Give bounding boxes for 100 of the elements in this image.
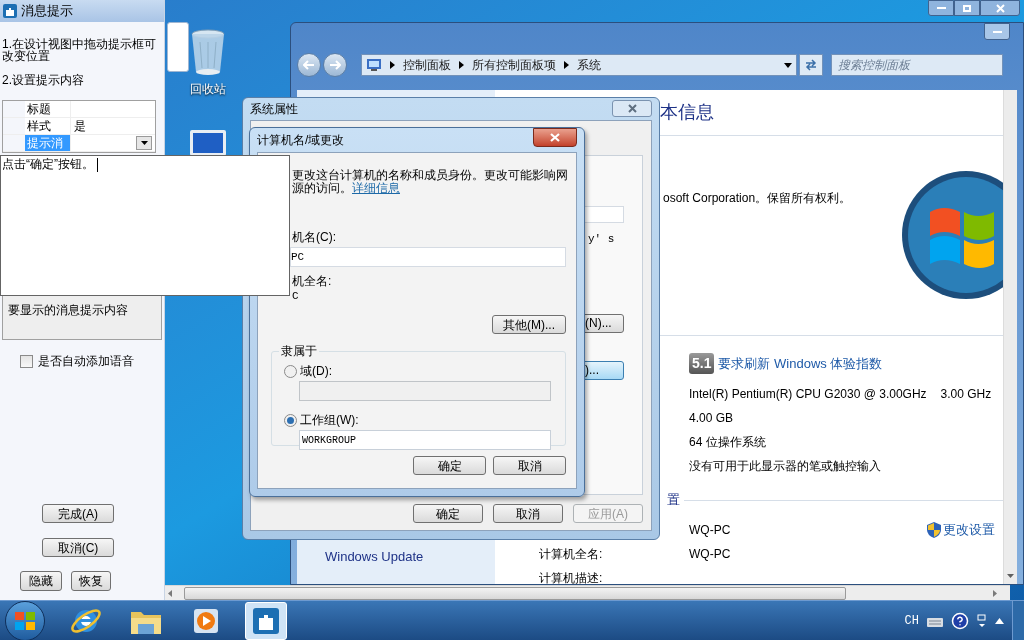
start-button[interactable] — [5, 600, 45, 640]
dialog-button[interactable]: 确定 — [413, 504, 483, 523]
chevron-right-icon — [390, 61, 395, 69]
dropdown-icon[interactable] — [784, 62, 792, 68]
details-link[interactable]: 详细信息 — [352, 181, 400, 195]
close-icon — [550, 133, 560, 142]
property-name: 样式 — [26, 118, 52, 134]
text-field[interactable] — [299, 381, 551, 401]
intro-text: 更改这台计算机的名称和成员身份。更改可能影响网 — [292, 169, 566, 182]
field-label: 计算机全名: — [539, 546, 604, 563]
dialog-button[interactable]: 取消 — [493, 456, 566, 475]
breadcrumb-item[interactable]: 所有控制面板项 — [472, 56, 556, 74]
chevron-right-icon — [564, 61, 569, 69]
vertical-scrollbar[interactable] — [1003, 90, 1017, 584]
forward-button[interactable] — [323, 53, 347, 77]
horizontal-scrollbar[interactable] — [165, 585, 1010, 600]
close-button[interactable] — [980, 0, 1020, 16]
checkbox-label[interactable]: 是否自动添加语音 — [38, 352, 134, 370]
help-icon[interactable] — [951, 611, 969, 630]
change-settings-link[interactable]: 更改设置 — [943, 520, 995, 540]
hide-button[interactable]: 隐藏 — [20, 571, 62, 591]
desktop-icon-label: 回收站 — [190, 81, 226, 98]
property-name: 提示消 — [25, 135, 70, 151]
editor-field[interactable]: 点击“确定”按钮。 — [0, 155, 290, 296]
refresh-button[interactable] — [799, 54, 823, 76]
arrow-left-icon — [303, 60, 315, 70]
scrollbar-thumb[interactable] — [184, 586, 846, 600]
recycle-bin-icon[interactable] — [190, 28, 226, 76]
field-label: 机名(C): — [292, 231, 337, 244]
field-label: 计算机描述: — [539, 570, 604, 584]
spec-value: Intel(R) Pentium(R) CPU G2030 @ 3.00GHz — [689, 386, 927, 403]
dialog-button[interactable]: 确定 — [413, 456, 486, 475]
radio-label[interactable]: 域(D): — [300, 362, 332, 380]
arrow-down-icon — [1007, 574, 1014, 578]
close-icon — [627, 104, 637, 113]
radio-label[interactable]: 工作组(W): — [300, 411, 359, 429]
search-field[interactable]: 搜索控制面板 — [831, 54, 1003, 76]
finish-button[interactable]: 完成(A) — [42, 504, 114, 523]
arrow-right-icon — [329, 60, 341, 70]
page-heading: 本信息 — [660, 102, 715, 122]
breadcrumb-item[interactable]: 系统 — [577, 56, 601, 74]
close-button[interactable] — [533, 128, 577, 147]
intro-text: 源的访问。 — [292, 181, 352, 195]
radio-button[interactable] — [284, 413, 297, 427]
label-fragment: y' s — [588, 232, 615, 247]
more-button[interactable]: 其他(M)... — [492, 315, 566, 334]
checkbox[interactable] — [20, 354, 33, 368]
minimize-button[interactable] — [984, 23, 1010, 40]
text-field[interactable]: WORKGROUP — [299, 430, 551, 450]
instruction-text: 2.设置提示内容 — [2, 74, 85, 86]
taskbar-button[interactable] — [245, 601, 287, 640]
windows-logo — [15, 611, 35, 630]
property-name: 标题 — [26, 101, 52, 117]
section-heading: 置 — [667, 491, 680, 510]
description-text: 要显示的消息提示内容 — [8, 303, 128, 317]
dialog-title: 系统属性 — [250, 101, 298, 118]
restore-button[interactable]: 恢复 — [71, 571, 111, 591]
copyright-text: osoft Corporation。保留所有权利。 — [663, 190, 852, 207]
arrow-left-icon — [168, 589, 172, 597]
shield-icon — [927, 522, 941, 538]
nav-link[interactable]: Windows Update — [325, 546, 495, 566]
puzzle-icon — [3, 4, 17, 18]
window-title: 消息提示 — [21, 2, 73, 21]
caret-icon — [140, 141, 148, 145]
dialog-button[interactable]: )... — [582, 360, 624, 380]
restore-windows-icon[interactable] — [977, 613, 987, 628]
dialog-button[interactable]: 取消 — [493, 504, 563, 523]
refresh-icon — [804, 59, 818, 71]
arrow-up-icon[interactable] — [995, 617, 1004, 624]
dialog-button[interactable]: (N)... — [582, 313, 624, 333]
dropdown-button[interactable] — [136, 136, 152, 150]
instruction-text: 1.在设计视图中拖动提示框可改变位置 — [2, 38, 157, 62]
full-name-value: C — [292, 290, 300, 303]
search-placeholder: 搜索控制面板 — [838, 57, 910, 74]
radio-button[interactable] — [284, 364, 297, 378]
computer-name-field[interactable]: PC — [290, 247, 566, 267]
spec-value: 3.00 GHz — [940, 386, 992, 403]
minimize-button[interactable] — [928, 0, 954, 16]
field-value: WQ-PC — [689, 546, 731, 563]
close-icon — [995, 3, 1005, 13]
rating-badge: 5.1 — [689, 353, 715, 374]
control-panel-icon — [366, 58, 382, 72]
breadcrumb-item[interactable]: 控制面板 — [403, 56, 451, 74]
restore-button[interactable] — [954, 0, 980, 16]
puzzle-icon — [251, 605, 281, 636]
panel-handle[interactable] — [167, 22, 189, 72]
cancel-button[interactable]: 取消(C) — [42, 538, 114, 557]
language-indicator[interactable]: CH — [904, 611, 919, 630]
chevron-right-icon — [459, 61, 464, 69]
computer-name: WQ-PC — [689, 522, 731, 539]
rating-link[interactable]: 要求刷新 Windows 体验指数 — [718, 353, 883, 374]
back-button[interactable] — [297, 53, 321, 77]
text-field[interactable] — [582, 206, 624, 223]
close-button[interactable] — [612, 100, 652, 117]
text-cursor — [97, 157, 98, 172]
dialog-title: 计算机名/域更改 — [257, 132, 345, 149]
spec-value: 4.00 GB — [689, 410, 734, 427]
address-bar[interactable]: 控制面板 所有控制面板项 系统 — [361, 54, 797, 76]
field-label: 机全名: — [292, 275, 333, 288]
property-row[interactable]: 标题 — [3, 101, 155, 118]
